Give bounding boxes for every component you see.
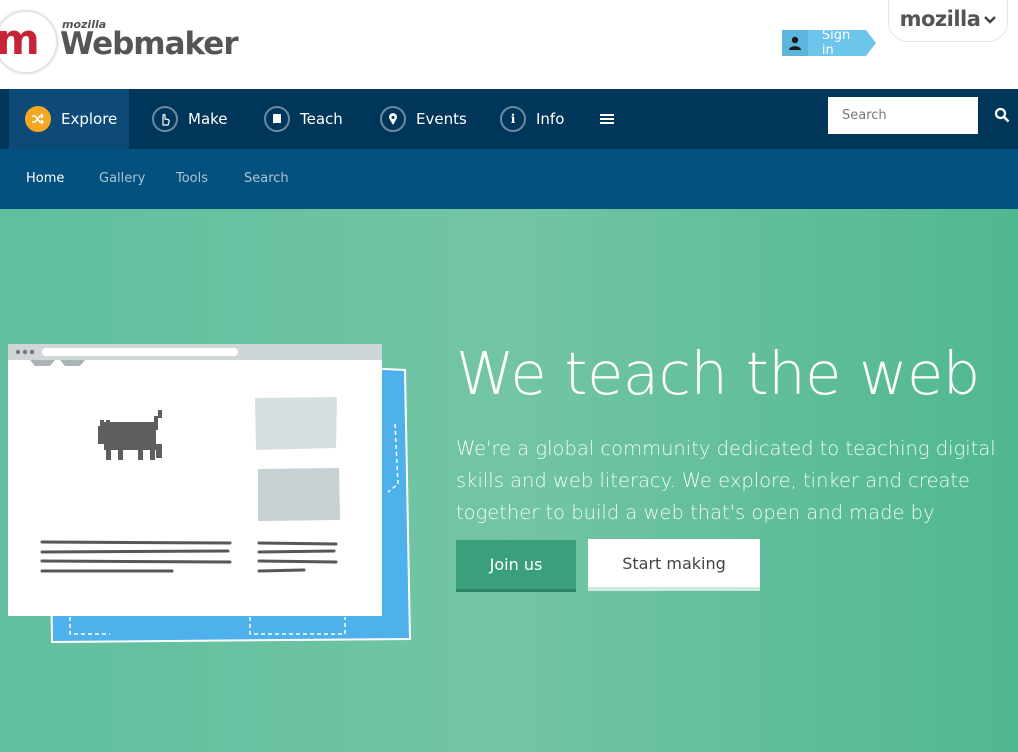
mozilla-tab-label: mozilla [899,7,981,31]
nav-item-events[interactable]: Events [380,89,467,149]
map-pin-icon [380,106,406,132]
sign-in-label: Sign in [821,28,851,58]
sign-in-button[interactable]: Sign in [782,28,876,58]
logo-webmaker-text: Webmaker [60,26,239,62]
chevron-down-icon [984,10,997,29]
webmaker-logo[interactable]: m mozilla Webmaker [0,10,239,80]
hero-section: We teach the web We're a global communit… [0,209,1018,752]
top-header: m mozilla Webmaker Sign in mozilla [0,0,1018,89]
primary-nav: Explore Make Teach Events i Info [0,89,1018,149]
nav-item-info[interactable]: i Info [500,89,564,149]
subnav-tools[interactable]: Tools [176,149,208,209]
nav-item-label: Events [416,110,467,128]
info-icon: i [500,106,526,132]
mozilla-tab[interactable]: mozilla [888,0,1008,42]
shuffle-icon [25,106,51,132]
hand-pointer-icon [152,106,178,132]
browser-illustration [8,344,412,644]
logo-letter: m [0,15,40,64]
nav-item-label: Make [188,110,228,128]
logo-badge: m [0,10,58,74]
hamburger-menu-icon[interactable] [600,89,614,149]
sub-nav: Home Gallery Tools Search [0,149,1018,209]
book-icon [264,106,290,132]
subnav-search[interactable]: Search [244,149,289,209]
nav-item-label: Explore [61,110,118,128]
user-icon [782,30,808,56]
join-us-button[interactable]: Join us [456,540,576,592]
subnav-home[interactable]: Home [26,149,64,209]
start-making-button[interactable]: Start making [588,539,760,591]
nav-item-explore[interactable]: Explore [9,89,129,149]
search-icon[interactable] [994,107,1010,127]
nav-item-label: Teach [300,110,343,128]
search-input[interactable] [828,97,978,134]
nav-item-teach[interactable]: Teach [264,89,343,149]
nav-item-label: Info [536,110,565,128]
subnav-gallery[interactable]: Gallery [99,149,145,209]
hero-title: We teach the web [456,339,980,408]
nav-item-make[interactable]: Make [152,89,228,149]
